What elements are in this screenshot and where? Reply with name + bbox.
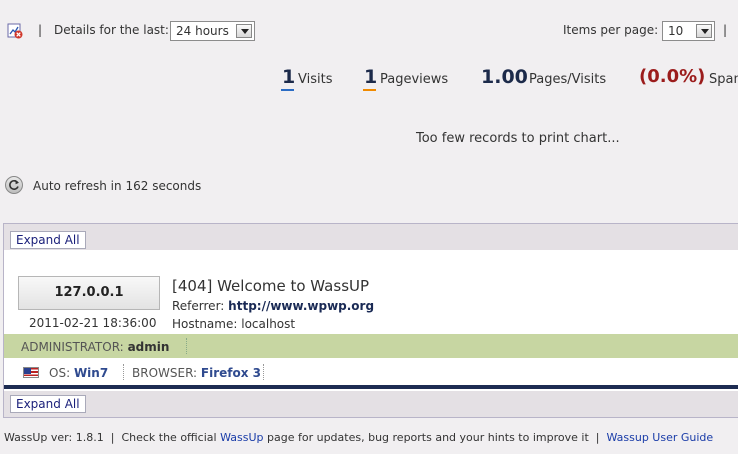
visits-label: Visits <box>298 72 333 87</box>
browser-value: Firefox 3 <box>200 366 262 380</box>
footer-rest-text: page for updates, bug reports and your h… <box>267 431 589 444</box>
chevron-down-icon[interactable] <box>696 24 712 38</box>
refresh-prefix: Auto refresh in <box>33 179 122 193</box>
visits-count: 1 <box>282 66 296 88</box>
os-value: Win7 <box>73 366 109 380</box>
chevron-down-icon[interactable] <box>236 24 252 38</box>
separator: | <box>38 23 43 37</box>
entry-separator-line <box>4 385 738 389</box>
browser-label: BROWSER: <box>132 366 198 380</box>
hostname: Hostname: localhost <box>172 317 295 331</box>
refresh-icon[interactable] <box>5 176 23 194</box>
toolbar: | Details for the last: 24 hours Items p… <box>0 18 738 44</box>
referrer-label: Referrer: <box>172 299 225 313</box>
panel-bottom-bar: Expand All <box>4 391 738 417</box>
items-per-page-select[interactable]: 10 <box>662 21 715 41</box>
referrer: Referrer: http://www.wpwp.org <box>172 299 374 313</box>
check-text: Check the official <box>121 431 217 444</box>
pageviews-underline <box>363 89 376 91</box>
separator: | <box>110 431 115 444</box>
divider <box>123 364 124 380</box>
refresh-suffix: seconds <box>152 179 202 193</box>
divider <box>186 338 187 354</box>
user-value: admin <box>127 340 170 354</box>
spam-label: Spam <box>709 72 738 87</box>
us-flag-icon <box>23 367 39 378</box>
user-row: ADMINISTRATOR: admin <box>4 334 738 358</box>
panel-top-bar: Expand All <box>4 224 738 250</box>
items-per-page-value: 10 <box>668 24 684 38</box>
stats-bar: 1 Visits 1 Pageviews 1.00 Pages/Visits (… <box>0 66 738 94</box>
pageviews-count: 1 <box>364 66 378 88</box>
spam-percent: (0.0%) <box>639 66 706 87</box>
separator: | <box>723 23 728 37</box>
chart-message: Too few records to print chart... <box>416 131 620 146</box>
os-browser-row: OS: Win7 BROWSER: Firefox 3 <box>4 360 738 384</box>
referrer-link[interactable]: http://www.wpwp.org <box>228 299 374 313</box>
browser-info: BROWSER: Firefox 3 <box>132 366 261 380</box>
divider <box>263 364 264 380</box>
period-select[interactable]: 24 hours <box>170 21 255 41</box>
version-text: WassUp ver: 1.8.1 <box>4 431 104 444</box>
expand-all-button[interactable]: Expand All <box>10 395 86 413</box>
os-label: OS: <box>49 366 71 380</box>
hostname-label: Hostname: <box>172 317 238 331</box>
pages-per-visit-label: Pages/Visits <box>529 72 607 87</box>
footer: WassUp ver: 1.8.1 | Check the official W… <box>4 431 713 444</box>
visit-timestamp: 2011-02-21 18:36:00 <box>29 316 157 330</box>
refresh-seconds: 162 <box>125 179 149 193</box>
chart-icon[interactable] <box>7 23 23 39</box>
separator: | <box>595 431 600 444</box>
details-label: Details for the last: <box>54 23 169 37</box>
refresh-text: Auto refresh in 162 seconds <box>33 179 201 193</box>
os-info: OS: Win7 <box>49 366 108 380</box>
visits-panel: Expand All 127.0.0.1 2011-02-21 18:36:00… <box>3 223 738 418</box>
visit-title: [404] Welcome to WassUP <box>172 277 370 295</box>
hostname-value: localhost <box>241 317 296 331</box>
ip-address-button[interactable]: 127.0.0.1 <box>18 276 160 310</box>
pages-per-visit-count: 1.00 <box>481 66 528 88</box>
pageviews-label: Pageviews <box>380 72 449 87</box>
period-select-value: 24 hours <box>176 24 229 38</box>
wassup-link[interactable]: WassUp <box>220 431 263 444</box>
visits-underline <box>281 89 294 91</box>
user-guide-link[interactable]: Wassup User Guide <box>606 431 713 444</box>
items-per-page-label: Items per page: <box>563 23 659 37</box>
user-label: ADMINISTRATOR: <box>21 340 124 354</box>
expand-all-button[interactable]: Expand All <box>10 231 86 249</box>
